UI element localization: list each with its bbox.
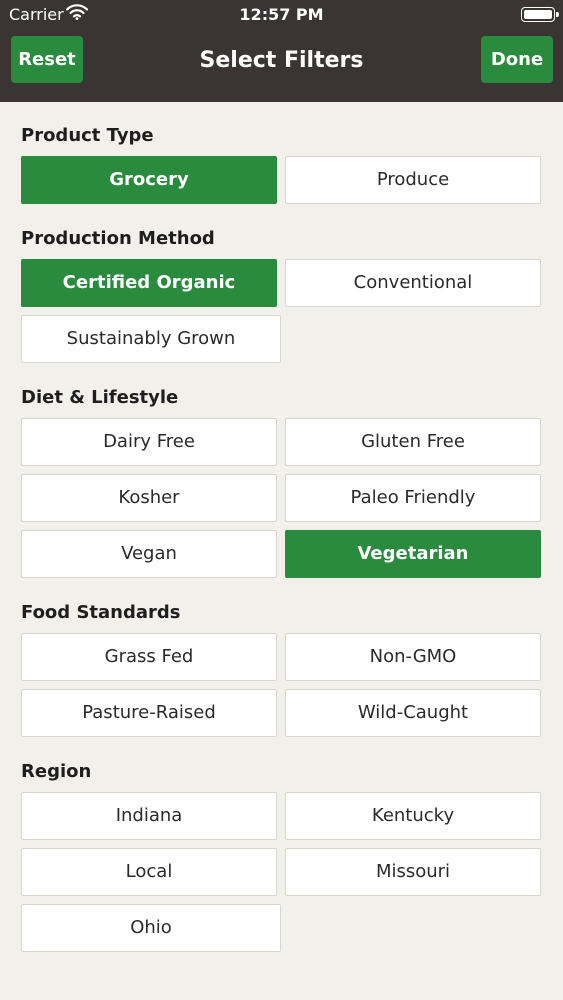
filter-option-wild-caught[interactable]: Wild-Caught [285, 689, 541, 737]
section-heading-diet-lifestyle: Diet & Lifestyle [21, 387, 179, 408]
section-heading-product-type: Product Type [21, 125, 154, 146]
filter-option-sustainably-grown[interactable]: Sustainably Grown [21, 315, 281, 363]
header-bar: Carrier 12:57 PM Reset Select Filters Do… [0, 0, 563, 102]
filter-option-grocery[interactable]: Grocery [21, 156, 277, 204]
filter-option-certified-organic[interactable]: Certified Organic [21, 259, 277, 307]
section-heading-region: Region [21, 761, 92, 782]
section-heading-food-standards: Food Standards [21, 602, 181, 623]
status-bar: Carrier 12:57 PM [0, 0, 563, 30]
filter-option-kosher[interactable]: Kosher [21, 474, 277, 522]
section-heading-production-method: Production Method [21, 228, 215, 249]
filter-option-dairy-free[interactable]: Dairy Free [21, 418, 277, 466]
filter-option-pasture-raised[interactable]: Pasture-Raised [21, 689, 277, 737]
filter-option-kentucky[interactable]: Kentucky [285, 792, 541, 840]
status-time: 12:57 PM [239, 5, 324, 24]
filter-option-conventional[interactable]: Conventional [285, 259, 541, 307]
page-title: Select Filters [199, 48, 364, 73]
done-button[interactable]: Done [481, 36, 553, 83]
filter-option-produce[interactable]: Produce [285, 156, 541, 204]
battery-icon [521, 7, 559, 22]
filter-option-paleo-friendly[interactable]: Paleo Friendly [285, 474, 541, 522]
filter-option-grass-fed[interactable]: Grass Fed [21, 633, 277, 681]
filter-option-missouri[interactable]: Missouri [285, 848, 541, 896]
filter-option-indiana[interactable]: Indiana [21, 792, 277, 840]
filter-option-non-gmo[interactable]: Non-GMO [285, 633, 541, 681]
filter-option-vegan[interactable]: Vegan [21, 530, 277, 578]
filter-option-local[interactable]: Local [21, 848, 277, 896]
filter-option-vegetarian[interactable]: Vegetarian [285, 530, 541, 578]
filter-option-ohio[interactable]: Ohio [21, 904, 281, 952]
filter-option-gluten-free[interactable]: Gluten Free [285, 418, 541, 466]
